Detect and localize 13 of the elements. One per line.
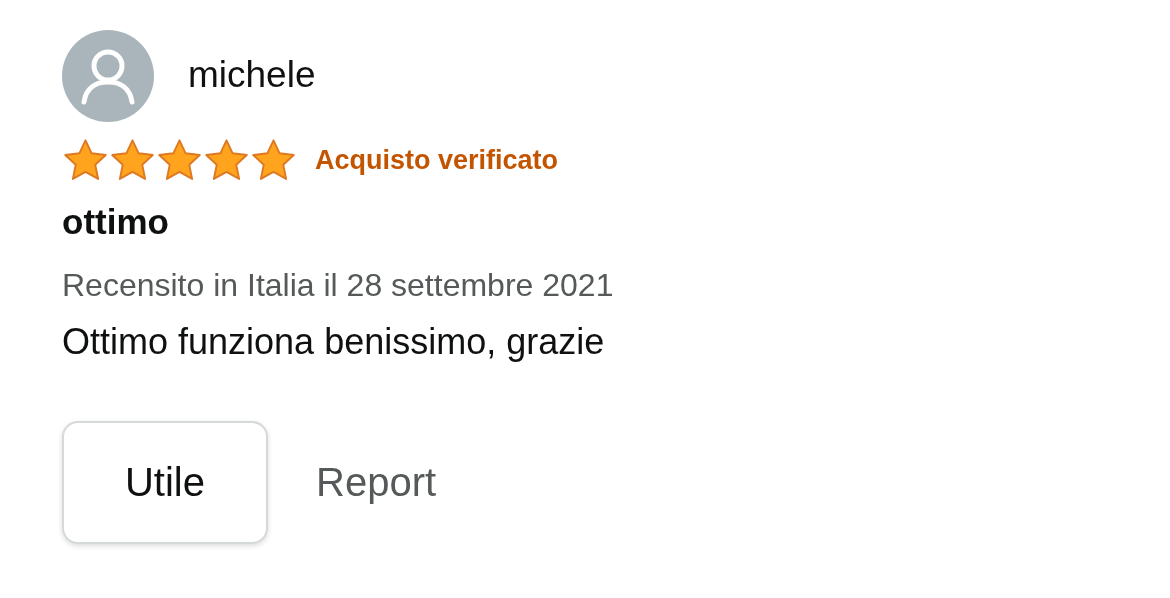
- star-icon: [62, 138, 109, 182]
- review-title: ottimo: [62, 201, 170, 243]
- star-icon: [109, 138, 156, 182]
- verified-purchase-label: Acquisto verificato: [315, 143, 559, 177]
- report-link[interactable]: Report: [316, 452, 437, 512]
- helpful-button[interactable]: Utile: [62, 420, 268, 544]
- star-icon: [156, 138, 203, 182]
- review-body: Ottimo funziona benissimo, grazie: [62, 319, 606, 364]
- avatar-icon: [62, 30, 154, 122]
- star-icon: [203, 138, 250, 182]
- reviewer-name: michele: [188, 53, 316, 98]
- review-date: Recensito in Italia il 28 settembre 2021: [62, 265, 615, 305]
- star-icon: [250, 138, 297, 182]
